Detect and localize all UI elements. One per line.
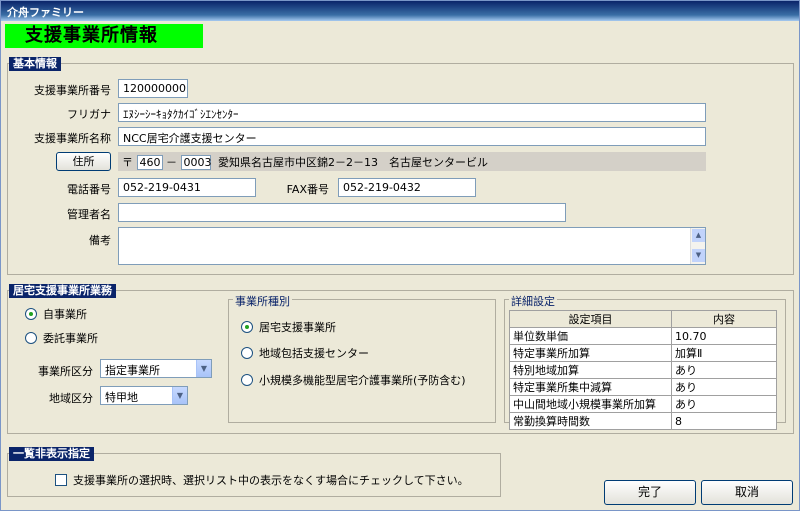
manager-field[interactable] <box>118 203 566 222</box>
office-name-field[interactable]: NCC居宅介護支援センター <box>118 127 706 146</box>
radio-self-office[interactable]: 自事業所 <box>25 306 87 322</box>
chevron-down-icon[interactable]: ▼ <box>172 387 187 404</box>
chevron-down-icon[interactable]: ▼ <box>196 360 211 377</box>
table-header-row: 設定項目 内容 <box>509 310 777 328</box>
area-value: 特甲地 <box>105 391 138 404</box>
table-cell: 特別地域加算 <box>509 361 672 379</box>
address-row: 〒 460 － 0003 愛知県名古屋市中区錦2－2－13 名古屋センタービル <box>118 152 706 171</box>
radio-selected-icon <box>241 321 253 333</box>
furigana-field[interactable]: ｴﾇｼｰｼｰｷｮﾀｸｶｲｺﾞｼｴﾝｾﾝﾀｰ <box>118 103 706 122</box>
area-select[interactable]: 特甲地 ▼ <box>100 386 188 405</box>
app-window: 介舟ファミリー 支援事業所情報 基本情報 支援事業所番号 1200000001 … <box>0 0 800 511</box>
detail-label: 詳細設定 <box>509 293 557 309</box>
table-row[interactable]: 特定事業所集中減算 あり <box>509 378 777 396</box>
table-cell: 常勤換算時間数 <box>509 412 672 430</box>
table-cell[interactable]: 10.70 <box>671 327 777 345</box>
table-row[interactable]: 特定事業所加算 加算Ⅱ <box>509 344 777 362</box>
radio-business-label: 居宅支援事業所 <box>259 321 336 334</box>
table-cell[interactable]: 8 <box>671 412 777 430</box>
address-text: 愛知県名古屋市中区錦2－2－13 名古屋センタービル <box>218 156 488 169</box>
hide-label: 一覧非表示指定 <box>9 447 94 461</box>
table-row[interactable]: 特別地域加算 あり <box>509 361 777 379</box>
office-name-label: 支援事業所名称 <box>34 132 111 145</box>
business-type-group <box>228 299 496 423</box>
postal-mark: 〒 <box>122 156 133 169</box>
table-row[interactable]: 単位数単価 10.70 <box>509 327 777 345</box>
business-type-label: 事業所種別 <box>233 293 292 309</box>
table-cell[interactable]: あり <box>671 361 777 379</box>
table-cell[interactable]: 加算Ⅱ <box>671 344 777 362</box>
checkbox-unchecked-icon[interactable] <box>55 474 67 486</box>
table-cell[interactable]: あり <box>671 395 777 413</box>
radio-consign-office[interactable]: 委託事業所 <box>25 330 98 346</box>
radio-business-community[interactable]: 地域包括支援センター <box>241 345 369 361</box>
manager-label: 管理者名 <box>67 208 111 221</box>
scroll-up-icon[interactable]: ▲ <box>692 229 705 242</box>
table-cell: 特定事業所加算 <box>509 344 672 362</box>
radio-business-small-multi[interactable]: 小規模多機能型居宅介護事業所(予防含む) <box>241 372 466 388</box>
hide-checkbox-label: 支援事業所の選択時、選択リスト中の表示をなくす場合にチェックして下さい。 <box>73 474 469 487</box>
page-title: 支援事業所情報 <box>5 24 203 48</box>
basic-info-label: 基本情報 <box>9 57 61 71</box>
office-type-label: 事業所区分 <box>38 365 93 378</box>
radio-business-label: 地域包括支援センター <box>259 347 369 360</box>
fax-label: FAX番号 <box>286 183 329 196</box>
title-bar: 介舟ファミリー <box>1 1 799 21</box>
table-row[interactable]: 中山間地域小規模事業所加算 あり <box>509 395 777 413</box>
radio-business-home-support[interactable]: 居宅支援事業所 <box>241 319 336 335</box>
table-cell: 中山間地域小規模事業所加算 <box>509 395 672 413</box>
furigana-label: フリガナ <box>67 108 111 121</box>
postal-code-2[interactable]: 0003 <box>180 155 212 170</box>
hide-checkbox[interactable]: 支援事業所の選択時、選択リスト中の表示をなくす場合にチェックして下さい。 <box>55 472 469 488</box>
notes-textarea[interactable] <box>118 227 706 265</box>
area-label: 地域区分 <box>49 392 93 405</box>
office-number-label: 支援事業所番号 <box>34 84 111 97</box>
table-cell: 単位数単価 <box>509 327 672 345</box>
radio-unselected-icon <box>25 332 37 344</box>
radio-unselected-icon <box>241 374 253 386</box>
radio-selected-icon <box>25 308 37 320</box>
radio-unselected-icon <box>241 347 253 359</box>
table-header: 内容 <box>671 310 777 328</box>
phone-field[interactable]: 052-219-0431 <box>118 178 256 197</box>
office-number-field[interactable]: 1200000001 <box>118 79 188 98</box>
postal-code-1[interactable]: 460 <box>136 155 163 170</box>
office-type-value: 指定事業所 <box>105 364 160 377</box>
done-button[interactable]: 完了 <box>604 480 696 505</box>
postal-separator: － <box>166 156 177 169</box>
detail-table: 設定項目 内容 単位数単価 10.70 特定事業所加算 加算Ⅱ 特別地域加算 あり 特… <box>509 310 777 430</box>
table-header: 設定項目 <box>509 310 672 328</box>
fax-field[interactable]: 052-219-0432 <box>338 178 476 197</box>
office-type-select[interactable]: 指定事業所 ▼ <box>100 359 212 378</box>
notes-scrollbar[interactable]: ▲ ▼ <box>690 228 705 264</box>
table-row[interactable]: 常勤換算時間数 8 <box>509 412 777 430</box>
scroll-down-icon[interactable]: ▼ <box>692 249 705 262</box>
home-support-label: 居宅支援事業所業務 <box>9 284 116 298</box>
table-cell[interactable]: あり <box>671 378 777 396</box>
address-button[interactable]: 住所 <box>56 152 111 171</box>
notes-label: 備考 <box>89 234 111 247</box>
radio-business-label: 小規模多機能型居宅介護事業所(予防含む) <box>259 374 466 387</box>
cancel-button[interactable]: 取消 <box>701 480 793 505</box>
phone-label: 電話番号 <box>67 183 111 196</box>
radio-consign-label: 委託事業所 <box>43 332 98 345</box>
table-cell: 特定事業所集中減算 <box>509 378 672 396</box>
radio-self-label: 自事業所 <box>43 308 87 321</box>
